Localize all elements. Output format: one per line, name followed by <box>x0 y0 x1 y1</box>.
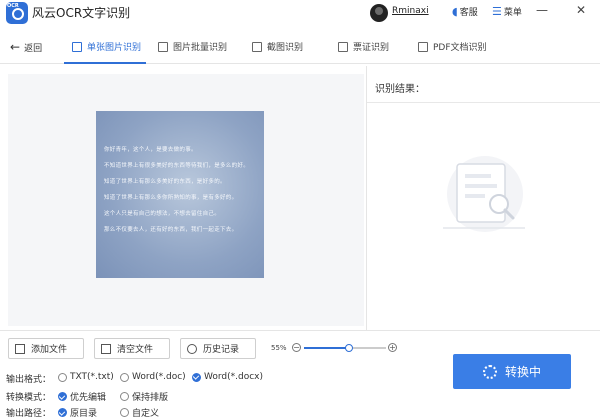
title-bar: OCR 风云OCR文字识别 Rminaxi ◖ 客服 ☰ 菜单 — ✕ <box>0 0 600 26</box>
format-option-docx[interactable]: Word(*.docx) <box>192 372 263 382</box>
clock-icon <box>187 343 197 354</box>
tab-single-image[interactable]: 单张图片识别 <box>72 40 141 53</box>
document-image: 你好青年，这个人，是要去做的事。 不知道世界上有很多美好的东西等待我们，是多么的… <box>96 111 264 278</box>
tab-pdf[interactable]: PDF文档识别 <box>418 40 487 53</box>
app-window: OCR 风云OCR文字识别 Rminaxi ◖ 客服 ☰ 菜单 — ✕ ← 返回… <box>0 0 600 418</box>
pdf-icon <box>418 41 428 52</box>
customer-service-button[interactable]: ◖ 客服 <box>452 4 478 19</box>
tab-label: 单张图片识别 <box>87 43 142 53</box>
format-label: Word(*.doc) <box>132 372 186 382</box>
avatar[interactable] <box>370 4 388 22</box>
clear-files-button[interactable]: 清空文件 <box>94 338 170 359</box>
format-label: Word(*.docx) <box>204 372 264 382</box>
document-line: 你好青年，这个人，是要去做的事。 <box>104 147 197 153</box>
document-line: 那么不仅要去人，还有好的东西，我们一起走下去。 <box>104 227 238 233</box>
back-label: 返回 <box>24 43 43 54</box>
image-icon <box>72 41 82 52</box>
convert-mode-label: 转换模式： <box>6 393 52 403</box>
menu-icon: ☰ <box>492 4 502 18</box>
tab-label: 截图识别 <box>267 43 304 53</box>
convert-label: 转换中 <box>504 365 541 379</box>
radio-docx[interactable] <box>192 372 201 382</box>
mode-label: 优先编辑 <box>70 393 107 403</box>
menu-label: 菜单 <box>503 8 522 18</box>
results-divider <box>367 102 600 103</box>
document-line: 不知道世界上有很多美好的东西等待我们，是多么的好。 <box>104 163 250 169</box>
format-label: TXT(*.txt) <box>70 372 114 382</box>
tab-label: PDF文档识别 <box>433 43 487 53</box>
app-logo-icon: OCR <box>6 2 28 24</box>
menu-button[interactable]: ☰ 菜单 <box>492 4 522 19</box>
radio-custom-dir[interactable] <box>120 408 129 417</box>
controls-divider <box>0 330 600 331</box>
clear-files-label: 清空文件 <box>117 345 154 355</box>
images-icon <box>158 41 168 52</box>
minimize-button[interactable]: — <box>536 3 548 17</box>
username-link[interactable]: Rminaxi <box>392 6 429 16</box>
document-line: 这个人只是有自己的想法，不想去留住自己。 <box>104 211 221 217</box>
zoom-level: 55% <box>271 344 287 352</box>
path-label: 原目录 <box>70 409 98 418</box>
path-option-original[interactable]: 原目录 <box>58 406 97 418</box>
tab-label: 票证识别 <box>353 43 390 53</box>
path-option-custom[interactable]: 自定义 <box>120 406 159 418</box>
logo-ring <box>12 8 24 20</box>
document-line: 知道了世界上有那么多你所熟知的事，是有多好的。 <box>104 195 238 201</box>
history-button[interactable]: 历史记录 <box>180 338 256 359</box>
output-format-label: 输出格式： <box>6 375 52 385</box>
radio-edit-priority[interactable] <box>58 392 67 401</box>
radio-doc[interactable] <box>120 372 129 382</box>
ticket-icon <box>338 41 348 52</box>
results-title: 识别结果： <box>375 84 425 95</box>
convert-button[interactable]: 转换中 <box>453 354 571 389</box>
app-title: 风云OCR文字识别 <box>32 6 131 20</box>
mode-option-edit[interactable]: 优先编辑 <box>58 390 106 403</box>
scissors-icon <box>252 41 262 52</box>
zoom-slider-thumb[interactable] <box>345 344 354 352</box>
path-label: 自定义 <box>132 409 160 418</box>
customer-service-label: 客服 <box>459 8 478 18</box>
close-button[interactable]: ✕ <box>576 3 586 17</box>
document-line: 知道了世界上有那么多美好的东西，是好多的。 <box>104 179 226 185</box>
empty-document-icon <box>443 156 525 232</box>
loading-spinner-icon <box>482 364 497 379</box>
image-preview-area[interactable]: 你好青年，这个人，是要去做的事。 不知道世界上有很多美好的东西等待我们，是多么的… <box>8 74 364 326</box>
zoom-out-button[interactable]: − <box>292 343 301 352</box>
format-option-doc[interactable]: Word(*.doc) <box>120 372 186 382</box>
zoom-in-button[interactable]: + <box>388 343 397 352</box>
zoom-slider-fill <box>304 347 350 349</box>
results-panel: 识别结果： <box>366 66 600 330</box>
clear-icon <box>101 343 111 354</box>
add-file-button[interactable]: 添加文件 <box>8 338 84 359</box>
back-button[interactable]: ← 返回 <box>10 40 42 54</box>
history-label: 历史记录 <box>203 345 240 355</box>
active-tab-indicator <box>64 62 146 64</box>
tab-ticket[interactable]: 票证识别 <box>338 40 389 53</box>
tab-screenshot[interactable]: 截图识别 <box>252 40 303 53</box>
arrow-left-icon: ← <box>10 40 21 54</box>
tab-bar: ← 返回 单张图片识别 图片批量识别 截图识别 票证识别 PDF文档识别 <box>0 30 600 64</box>
add-file-label: 添加文件 <box>31 345 68 355</box>
radio-original-dir[interactable] <box>58 408 67 417</box>
mode-option-layout[interactable]: 保持排版 <box>120 390 168 403</box>
tab-batch-images[interactable]: 图片批量识别 <box>158 40 227 53</box>
format-option-txt[interactable]: TXT(*.txt) <box>58 372 114 382</box>
zoom-slider[interactable] <box>304 344 386 352</box>
headset-icon: ◖ <box>452 4 458 18</box>
output-path-label: 输出路径： <box>6 409 52 418</box>
radio-keep-layout[interactable] <box>120 392 129 401</box>
mode-label: 保持排版 <box>132 393 169 403</box>
tab-label: 图片批量识别 <box>173 43 228 53</box>
radio-txt[interactable] <box>58 372 67 382</box>
add-file-icon <box>15 343 25 354</box>
